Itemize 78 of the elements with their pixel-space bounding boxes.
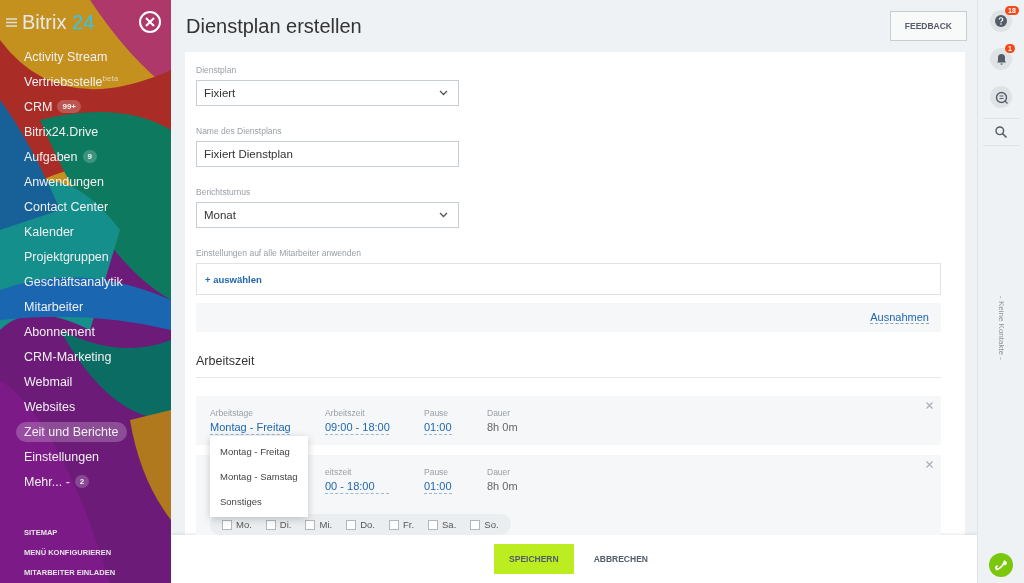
checkbox[interactable] <box>388 519 399 530</box>
checkbox-label: So. <box>484 519 499 530</box>
sidebar-item[interactable]: Projektgruppen <box>24 247 109 266</box>
field-label: Einstellungen auf alle Mitarbeiter anwenden <box>196 248 362 258</box>
count-badge: 2 <box>74 475 90 488</box>
phone-button[interactable] <box>989 553 1013 577</box>
close-icon[interactable] <box>926 461 933 468</box>
cell-label: Arbeitstage <box>210 408 254 418</box>
empty-contacts-text: - Keine Kontakte - <box>996 296 1006 361</box>
menu-icon[interactable] <box>6 17 17 27</box>
logo: Bitrix 24 <box>22 10 95 34</box>
chevron-icon <box>439 90 448 96</box>
save-button[interactable]: SPEICHERN <box>494 544 574 574</box>
notifications-button[interactable] <box>990 48 1012 70</box>
input-field[interactable]: Fixiert Dienstplan <box>196 141 459 167</box>
checkbox-label: Sa. <box>442 519 457 530</box>
checkbox-label: Mo. <box>236 519 252 530</box>
checkbox-label: Do. <box>360 519 375 530</box>
select-field[interactable]: Monat <box>196 202 459 228</box>
sidebar-item[interactable]: Contact Center <box>24 197 109 216</box>
question-icon <box>995 15 1007 27</box>
chevron-icon <box>439 212 448 218</box>
cell-label: Pause <box>424 467 450 477</box>
chat-button[interactable] <box>990 86 1012 108</box>
value-link[interactable]: Montag - Freitag <box>210 421 290 435</box>
checkbox-label: Mi. <box>319 519 333 530</box>
value-link[interactable]: 01:00 <box>424 421 452 435</box>
field-label: Dienstplan <box>196 65 238 75</box>
bell-icon <box>995 53 1007 65</box>
select-field[interactable]: Fixiert <box>196 80 459 106</box>
cell-value: 8h 0m <box>487 480 519 492</box>
page-title: Dienstplan erstellen <box>186 14 362 38</box>
checkbox[interactable] <box>428 519 439 530</box>
close-button[interactable] <box>139 11 161 33</box>
sidebar-item[interactable]: Abonnement <box>24 322 95 341</box>
count-badge: 99+ <box>57 100 82 113</box>
checkbox[interactable] <box>346 519 357 530</box>
phone-icon <box>995 559 1007 571</box>
checkbox[interactable] <box>265 519 276 530</box>
menu-item[interactable]: Montag - Samstag <box>210 464 308 489</box>
checkbox-label: Fr. <box>402 519 415 530</box>
count-badge: 9 <box>82 150 97 163</box>
checkbox[interactable] <box>305 519 316 530</box>
value-link[interactable]: 01:00 <box>424 480 452 494</box>
cell-label: Arbeitszeit <box>325 408 366 418</box>
close-icon[interactable] <box>926 402 933 409</box>
value-link[interactable]: 00 - 18:00 <box>325 480 389 494</box>
cell-label: Pause <box>424 408 450 418</box>
checkbox-label: Di. <box>279 519 292 530</box>
menu-item[interactable]: Montag - Freitag <box>210 439 308 464</box>
cell-label: eitszeit <box>325 467 353 477</box>
sidebar-item[interactable]: Kalender <box>24 222 75 241</box>
value-link[interactable]: 09:00 - 18:00 <box>325 421 389 435</box>
sidebar-item[interactable]: CRM <box>24 97 53 116</box>
feedback-button[interactable]: FEEDBACK <box>889 11 967 41</box>
cell-label: Dauer <box>487 467 512 477</box>
sidebar-item[interactable]: Einstellungen <box>24 447 100 466</box>
section-heading: Arbeitszeit <box>196 354 941 378</box>
sidebar-item[interactable]: Zeit und Berichte <box>16 421 127 442</box>
checkbox[interactable] <box>222 519 232 530</box>
chat-icon <box>994 90 1008 104</box>
field-label: Name des Dienstplans <box>196 126 283 136</box>
sidebar-item[interactable]: CRM-Marketing <box>24 347 112 366</box>
search-icon[interactable] <box>995 126 1007 138</box>
select-link[interactable]: + auswählen <box>205 273 262 285</box>
cell-label: Dauer <box>487 408 512 418</box>
sidebar-item[interactable]: Webmail <box>24 372 73 391</box>
field-label: Berichtsturnus <box>196 187 252 197</box>
sidebar-item[interactable]: Mitarbeiter <box>24 297 84 316</box>
menu-item[interactable]: Sonstiges <box>210 489 308 514</box>
cell-value: 8h 0m <box>487 421 519 433</box>
sidebar-item[interactable]: Geschäftsanalytik <box>24 272 123 291</box>
sidebar-item[interactable]: Mehr... - <box>24 472 70 491</box>
close-icon <box>145 17 155 27</box>
exceptions-link[interactable]: Ausnahmen <box>870 311 929 324</box>
sidebar-item[interactable]: Websites <box>24 397 76 416</box>
cancel-button[interactable]: ABBRECHEN <box>587 553 654 565</box>
checkbox[interactable] <box>470 519 481 530</box>
